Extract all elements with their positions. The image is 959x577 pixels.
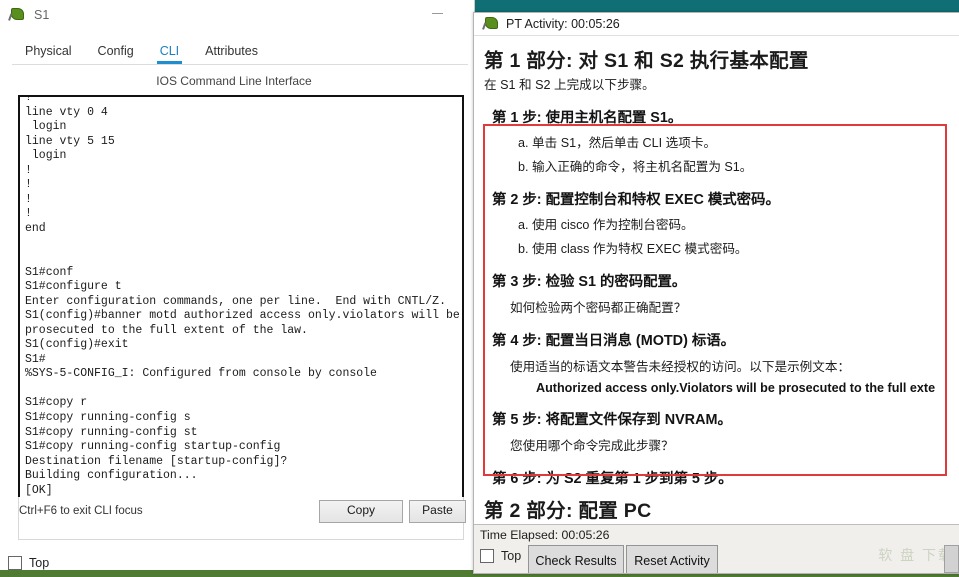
cli-panel-caption: IOS Command Line Interface [156,74,312,88]
tab-attributes[interactable]: Attributes [192,41,271,64]
minimize-button[interactable] [422,0,452,26]
terminal-line: ! [25,95,32,104]
pt-activity-titlebar: PT Activity: 00:05:26 [474,13,959,36]
copy-button[interactable]: Copy [319,500,403,523]
pt-activity-instructions-body[interactable]: 第 1 部分: 对 S1 和 S2 执行基本配置 在 S1 和 S2 上完成以下… [474,36,959,525]
terminal-line: line vty 0 4 [25,105,108,119]
terminal-line: ! [25,207,32,221]
terminal-line: ! [25,163,32,177]
device-window-s1: S1 Physical Config CLI Attributes IOS Co… [0,0,475,570]
terminal-line: Destination filename [startup-config]? [25,454,288,468]
reset-activity-button[interactable]: Reset Activity [626,545,718,573]
step-3-title: 第 3 步: 检验 S1 的密码配置。 [492,274,687,290]
cli-terminal-text: ! line vty 0 4 login line vty 5 15 login!!… [25,95,462,501]
step-4-banner-example: Authorized access only.Violators will be… [536,381,936,395]
part2-heading: 第 2 部分: 配置 PC [484,500,652,522]
terminal-line: S1#copy r [25,396,88,410]
step-4-note: 使用适当的标语文本警告未经授权的访问。以下是示例文本： [510,360,851,374]
checkbox-box[interactable] [8,556,22,570]
step-4-title: 第 4 步: 配置当日消息 (MOTD) 标语。 [492,333,736,349]
cli-focus-hint: Ctrl+F6 to exit CLI focus [19,505,143,517]
tab-physical[interactable]: Physical [12,41,85,64]
terminal-line: S1#configure t [25,280,122,294]
terminal-line: %SYS-5-CONFIG_I: Configured from console… [25,367,377,381]
paste-button[interactable]: Paste [409,500,466,523]
part1-heading: 第 1 部分: 对 S1 和 S2 执行基本配置 [484,50,809,72]
tab-config[interactable]: Config [85,41,147,64]
terminal-line: login [25,120,67,134]
device-window-titlebar: S1 [0,0,474,30]
step-2-item-b: b. 使用 class 作为特权 EXEC 模式密码。 [518,242,748,256]
terminal-line: S1#copy running-config startup-config [25,440,281,454]
terminal-line: ! [25,178,32,192]
terminal-line: S1(config)#banner motd authorized access… [25,309,460,323]
terminal-line: S1# [25,352,46,366]
step-1-item-a: a. 单击 S1，然后单击 CLI 选项卡。 [518,136,717,150]
terminal-line: S1#conf [25,265,74,279]
pt-top-checkbox-label: Top [501,549,522,563]
device-top-checkbox-label: Top [29,556,50,570]
terminal-line: login [25,149,67,163]
terminal-line: Building configuration... [25,469,198,483]
vertical-scrollbar-thumb[interactable] [944,545,959,573]
device-window-title: S1 [34,8,50,22]
pt-activity-content: 第 1 部分: 对 S1 和 S2 执行基本配置 在 S1 和 S2 上完成以下… [484,38,959,525]
pt-activity-window: PT Activity: 00:05:26 第 1 部分: 对 S1 和 S2 … [473,12,959,574]
step-3-note: 如何检验两个密码都正确配置？ [510,301,687,315]
packet-tracer-leaf-icon [8,7,26,24]
pt-activity-footer: Time Elapsed: 00:05:26 Top Check Results… [474,524,959,573]
terminal-line: prosecuted to the full extent of the law… [25,323,308,337]
pt-activity-title: PT Activity: 00:05:26 [506,17,620,31]
terminal-line: Enter configuration commands, one per li… [25,294,446,308]
device-tab-strip: Physical Config CLI Attributes [12,36,468,65]
step-2-title: 第 2 步: 配置控制台和特权 EXEC 模式密码。 [492,192,780,208]
device-top-checkbox[interactable]: Top [8,556,49,570]
step-1-title: 第 1 步: 使用主机名配置 S1。 [492,110,683,126]
check-results-button[interactable]: Check Results [528,545,624,573]
terminal-line: S1#copy running-config s [25,411,191,425]
terminal-line: S1#copy running-config st [25,425,198,439]
step-1-item-b: b. 输入正确的命令，将主机名配置为 S1。 [518,160,753,174]
terminal-line: line vty 5 15 [25,134,115,148]
packet-tracer-leaf-icon [482,16,500,33]
tab-cli[interactable]: CLI [147,41,192,64]
cli-footer: Ctrl+F6 to exit CLI focus Copy Paste [18,497,466,540]
watermark: 软 盘 下载 [878,547,954,563]
pt-top-checkbox[interactable]: Top [480,549,521,563]
step-6-title: 第 6 步: 为 S2 重复第 1 步到第 5 步。 [492,471,733,487]
terminal-line: ! [25,192,32,206]
terminal-line: end [25,221,46,235]
terminal-line: S1(config)#exit [25,338,129,352]
time-elapsed-label: Time Elapsed: 00:05:26 [480,528,610,542]
step-5-note: 您使用哪个命令完成此步骤？ [510,439,674,453]
checkbox-box[interactable] [480,549,494,563]
step-2-item-a: a. 使用 cisco 作为控制台密码。 [518,218,694,232]
part1-subtitle: 在 S1 和 S2 上完成以下步骤。 [484,78,655,92]
step-5-title: 第 5 步: 将配置文件保存到 NVRAM。 [492,412,732,428]
cli-terminal[interactable]: ! line vty 0 4 login line vty 5 15 login!!… [18,95,464,503]
